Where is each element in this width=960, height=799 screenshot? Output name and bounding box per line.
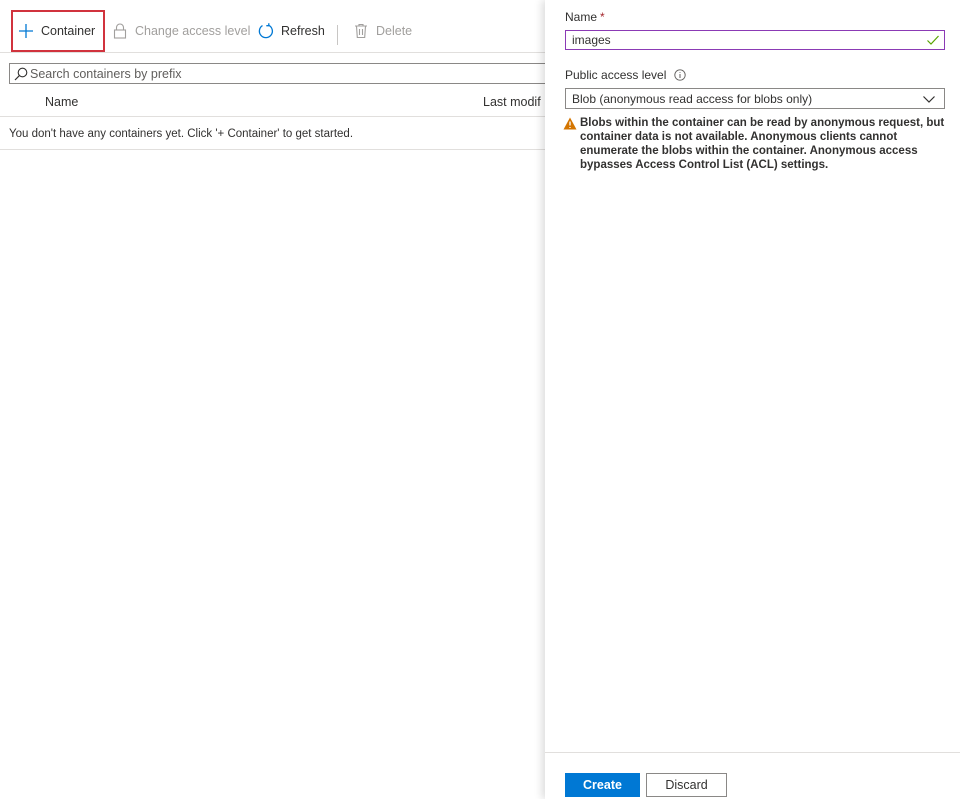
warning-text: Blobs within the container can be read b…: [580, 117, 945, 171]
required-marker: *: [600, 10, 605, 24]
add-container-button[interactable]: Container: [11, 10, 105, 52]
access-level-label: Public access level: [565, 68, 687, 82]
toolbar-divider: [0, 52, 545, 53]
trash-icon: [352, 22, 370, 40]
access-warning: Blobs within the container can be read b…: [563, 116, 947, 172]
table-header: Name Last modif: [0, 86, 545, 117]
discard-button[interactable]: Discard: [646, 773, 727, 797]
delete-button[interactable]: Delete: [352, 16, 412, 46]
add-container-label: Container: [41, 24, 96, 38]
containers-pane: Container Change access level Refresh De…: [0, 0, 545, 799]
refresh-button[interactable]: Refresh: [257, 16, 325, 46]
column-header-name[interactable]: Name: [45, 95, 78, 109]
name-label-text: Name: [565, 10, 598, 24]
access-level-selected: Blob (anonymous read access for blobs on…: [572, 92, 813, 106]
create-button[interactable]: Create: [565, 773, 640, 797]
chevron-down-icon: [922, 92, 936, 109]
change-access-level-label: Change access level: [135, 24, 251, 38]
warning-icon: [563, 117, 579, 172]
refresh-icon: [257, 22, 275, 40]
column-header-last-modified[interactable]: Last modif: [483, 95, 541, 109]
toolbar-separator: [337, 25, 338, 45]
refresh-label: Refresh: [281, 24, 325, 38]
delete-label: Delete: [376, 24, 413, 38]
search-input[interactable]: [30, 66, 530, 81]
lock-icon: [111, 22, 129, 40]
access-level-label-text: Public access level: [565, 68, 667, 82]
search-icon: [12, 67, 30, 81]
search-box[interactable]: [9, 63, 545, 84]
name-field-label: Name *: [565, 10, 605, 24]
empty-state-message: You don't have any containers yet. Click…: [0, 118, 545, 150]
footer-divider: [545, 752, 960, 753]
plus-icon: [17, 22, 35, 40]
app-root: Container Change access level Refresh De…: [0, 0, 960, 799]
name-input[interactable]: [572, 33, 912, 47]
new-container-panel: Name* Public access level Blob (anonymou…: [545, 0, 960, 799]
info-icon[interactable]: [674, 69, 687, 81]
change-access-level-button[interactable]: Change access level: [111, 16, 250, 46]
checkmark-icon: [926, 33, 940, 52]
access-level-dropdown[interactable]: Blob (anonymous read access for blobs on…: [565, 88, 945, 109]
name-input-box[interactable]: [565, 30, 945, 50]
toolbar: Container Change access level Refresh De…: [0, 10, 545, 52]
